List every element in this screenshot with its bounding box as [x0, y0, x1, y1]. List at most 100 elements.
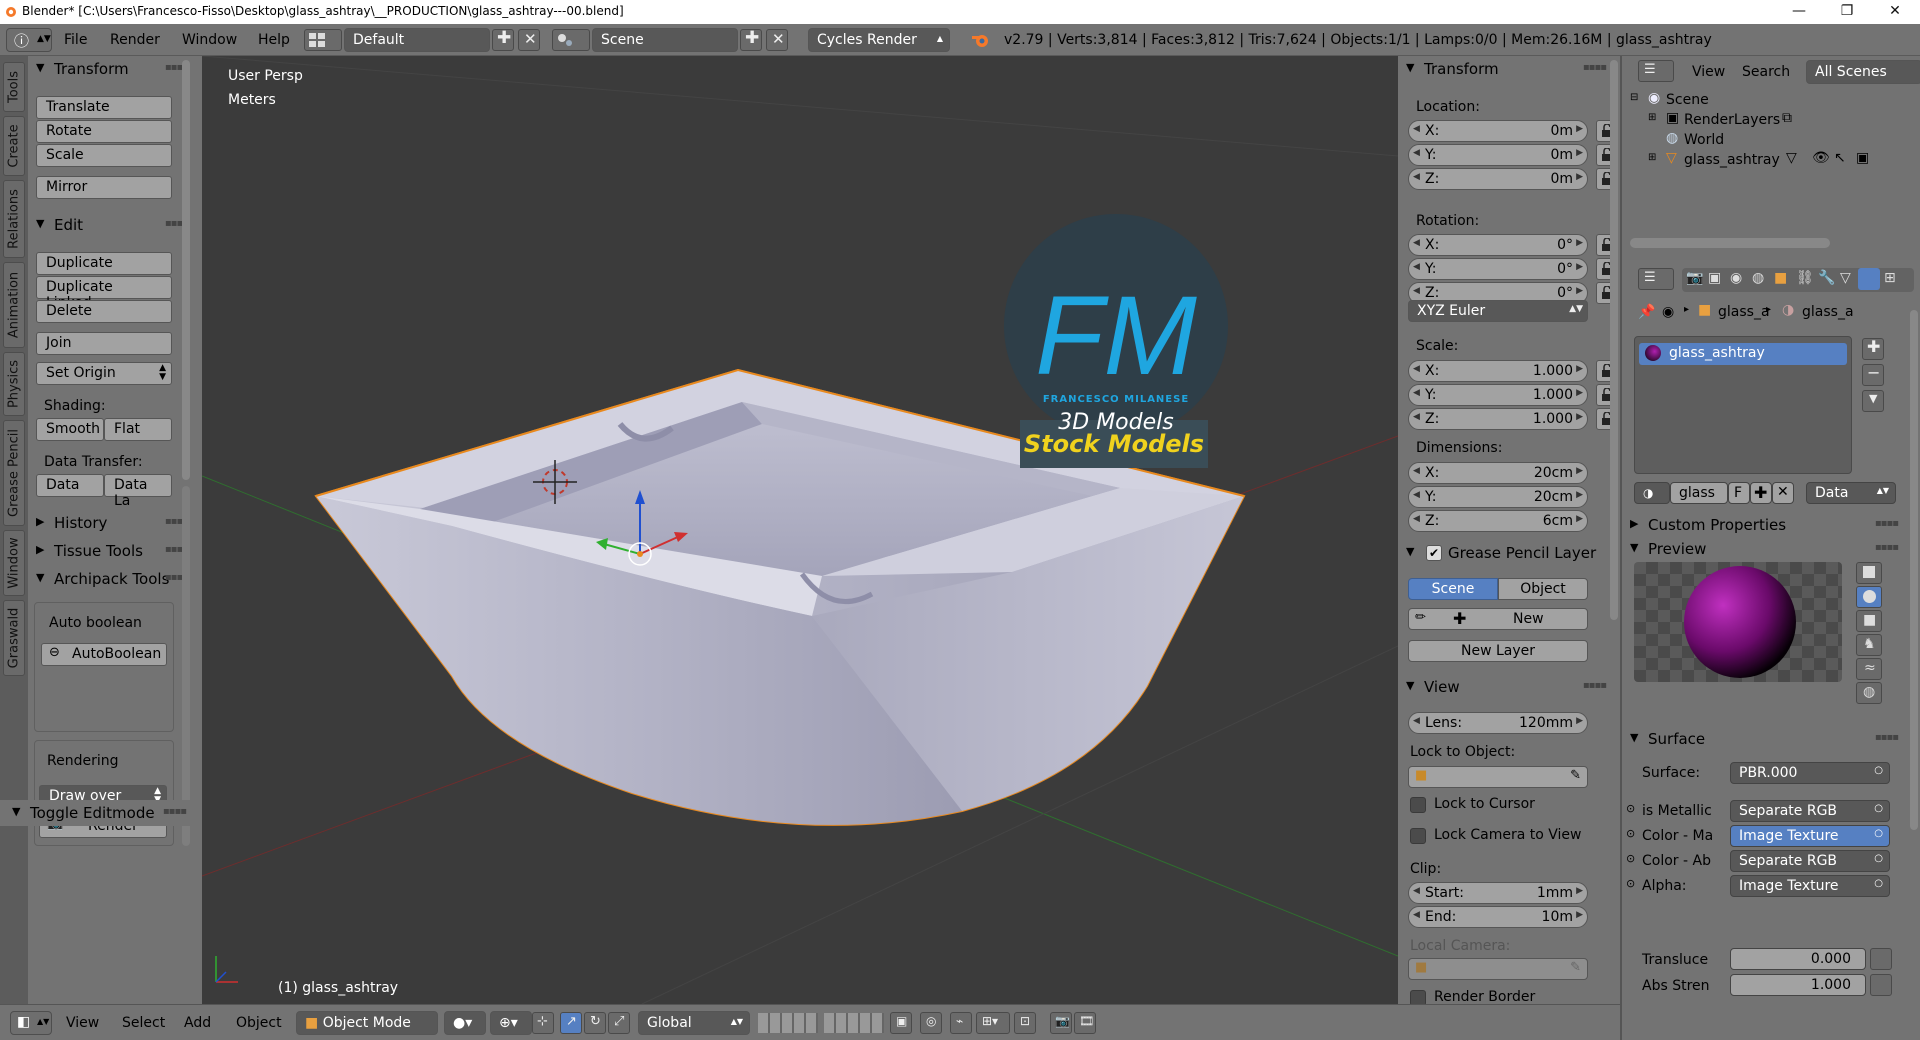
remove-slot-icon[interactable]: −: [1862, 363, 1884, 386]
dimensions-y-field[interactable]: ◀ Y: 20cm ▶: [1408, 486, 1588, 508]
mode-select[interactable]: ■ Object Mode: [296, 1011, 438, 1035]
viewport-editor-type-button[interactable]: ◧ ▲▼: [10, 1011, 52, 1035]
socket-link-icon[interactable]: ⊙: [1626, 802, 1635, 815]
translate-manipulator-icon[interactable]: ↗: [560, 1012, 582, 1034]
n-transform-header[interactable]: ▼ Transform ▪▪▪▪: [1398, 56, 1620, 82]
abs-strength-socket-icon[interactable]: [1870, 974, 1892, 996]
viewport-scene[interactable]: FM: [202, 56, 1398, 1004]
lock-to-cursor-checkbox[interactable]: [1410, 797, 1426, 813]
location-z-field[interactable]: ◀ Z: 0m ▶: [1408, 168, 1588, 190]
scale-x-field[interactable]: ◀ X: 1.000 ▶: [1408, 360, 1588, 382]
duplicate-linked-button[interactable]: Duplicate Linked: [36, 276, 172, 311]
tab-grease-pencil[interactable]: Grease Pencil: [3, 420, 25, 526]
tissue-tools-panel-header[interactable]: ▶ Tissue Tools ▪▪▪▪: [28, 538, 202, 564]
collapse-toggle-icon[interactable]: ⊟: [1630, 92, 1638, 103]
autoboolean-button[interactable]: ⊖ AutoBoolean: [41, 643, 167, 666]
archipack-panel-header[interactable]: ▼ Archipack Tools ▪▪▪▪: [28, 566, 202, 592]
texture-tab-icon[interactable]: ⊞: [1884, 270, 1896, 286]
drag-grip-icon[interactable]: ▪▪▪▪: [1875, 518, 1899, 529]
drag-grip-icon[interactable]: ▪▪▪▪: [163, 806, 187, 817]
set-origin-select[interactable]: Set Origin ▲ ▼: [36, 362, 172, 385]
scene-tab-icon[interactable]: ◉: [1730, 270, 1742, 286]
surface-input-link-select[interactable]: Image Texture ○: [1730, 875, 1890, 897]
editor-type-button[interactable]: ⓘ ▲▼: [6, 28, 52, 52]
lock-camera-checkbox[interactable]: [1410, 828, 1426, 844]
tab-animation[interactable]: Animation: [3, 262, 25, 348]
maximize-button[interactable]: ❐: [1824, 2, 1870, 22]
mirror-button[interactable]: Mirror: [36, 176, 172, 199]
drag-grip-icon[interactable]: ▪▪▪▪: [1583, 680, 1607, 691]
grease-pencil-layer-header[interactable]: ▼ ✔ Grease Pencil Layer: [1398, 540, 1620, 566]
scene-field[interactable]: Scene: [592, 28, 738, 52]
delete-button[interactable]: Delete: [36, 300, 172, 323]
material-browse-button[interactable]: ◑: [1634, 482, 1670, 504]
data-tab-icon[interactable]: ▽: [1840, 270, 1851, 286]
snap-target-icon[interactable]: ⊡: [1014, 1012, 1036, 1034]
gp-new-button[interactable]: ✏ ✚ New: [1408, 608, 1588, 630]
outliner-object-row[interactable]: ⊞ ▽ glass_ashtray ▽ 👁 ↖ ▣: [1622, 150, 1920, 170]
rotation-y-field[interactable]: ◀ Y: 0° ▶: [1408, 258, 1588, 280]
tab-create[interactable]: Create: [3, 116, 25, 176]
transform-orientation-select[interactable]: Global ▲▼: [638, 1011, 750, 1035]
tab-physics[interactable]: Physics: [3, 352, 25, 416]
add-scene-icon[interactable]: ✚: [740, 28, 762, 51]
unlink-material-icon[interactable]: ✕: [1772, 482, 1794, 504]
transform-panel-header[interactable]: ▼ Transform ▪▪▪▪: [28, 56, 202, 82]
edit-panel-header[interactable]: ▼ Edit ▪▪▪▪: [28, 212, 202, 238]
outliner-view-menu[interactable]: View: [1692, 64, 1725, 80]
display-mode-select[interactable]: All Scenes: [1806, 60, 1920, 84]
scale-y-field[interactable]: ◀ Y: 1.000 ▶: [1408, 384, 1588, 406]
rotation-x-field[interactable]: ◀ X: 0° ▶: [1408, 234, 1588, 256]
snap-element-icon[interactable]: ⊞▾: [976, 1012, 1010, 1034]
lens-field[interactable]: ◀ Lens: 120mm ▶: [1408, 712, 1588, 734]
snap-toggle-icon[interactable]: ⌁: [950, 1012, 972, 1034]
new-material-icon[interactable]: ✚: [1750, 482, 1772, 504]
surface-header[interactable]: ▼ Surface ▪▪▪▪: [1622, 726, 1912, 752]
link-data-select[interactable]: Data ▲▼: [1806, 482, 1896, 504]
pivot-point-select[interactable]: ⊕▾: [490, 1011, 532, 1035]
pin-icon[interactable]: 📌: [1638, 304, 1655, 320]
minimize-button[interactable]: —: [1776, 2, 1822, 22]
expand-toggle-icon[interactable]: ⊞: [1648, 152, 1656, 163]
viewport-shading-select[interactable]: ●▾: [444, 1011, 486, 1035]
material-slot-item[interactable]: glass_ashtray: [1639, 343, 1847, 365]
surface-input-link-select[interactable]: Image Texture ○: [1730, 825, 1890, 847]
drag-grip-icon[interactable]: ▪▪▪▪: [1875, 542, 1899, 553]
scale-button[interactable]: Scale: [36, 144, 172, 167]
shade-flat-button[interactable]: Flat: [104, 418, 172, 441]
object-tab-icon[interactable]: ■: [1774, 270, 1787, 286]
opengl-anim-icon[interactable]: 🎞: [1074, 1012, 1096, 1034]
menu-file[interactable]: File: [64, 32, 87, 48]
clip-end-field[interactable]: ◀ End: 10m ▶: [1408, 906, 1588, 928]
shade-smooth-button[interactable]: Smooth: [36, 418, 104, 441]
rotate-manipulator-icon[interactable]: ↻: [584, 1012, 606, 1034]
slot-specials-icon[interactable]: ▼: [1862, 390, 1884, 412]
expand-toggle-icon[interactable]: ⊞: [1648, 112, 1656, 123]
toolshelf-scrollbar-lower[interactable]: [182, 486, 190, 846]
layer-buttons-group-2[interactable]: [824, 1013, 884, 1033]
lock-layers-icon[interactable]: ▣: [890, 1012, 912, 1034]
outliner-hscrollbar[interactable]: [1630, 238, 1830, 248]
scale-z-field[interactable]: ◀ Z: 1.000 ▶: [1408, 408, 1588, 430]
rotation-mode-select[interactable]: XYZ Euler ▲▼: [1408, 300, 1588, 322]
preview-sphere-icon[interactable]: [1856, 586, 1882, 608]
location-y-field[interactable]: ◀ Y: 0m ▶: [1408, 144, 1588, 166]
menu-help[interactable]: Help: [258, 32, 290, 48]
constraints-tab-icon[interactable]: ⛓: [1796, 270, 1814, 286]
tab-graswald[interactable]: Graswald: [3, 600, 25, 676]
screen-layout-icon[interactable]: [304, 29, 342, 51]
n-view-header[interactable]: ▼ View ▪▪▪▪: [1398, 674, 1620, 700]
preview-cube-icon[interactable]: ■: [1856, 610, 1882, 632]
3d-viewport[interactable]: FM User Persp Meters (1) glass_ashtray F…: [202, 56, 1398, 1004]
outliner-search-menu[interactable]: Search: [1742, 64, 1790, 80]
layout-field[interactable]: Default: [344, 28, 490, 52]
dimensions-x-field[interactable]: ◀ X: 20cm ▶: [1408, 462, 1588, 484]
properties-scrollbar[interactable]: [1910, 310, 1918, 830]
gp-new-layer-button[interactable]: New Layer: [1408, 640, 1588, 662]
tab-tools[interactable]: Tools: [3, 62, 25, 112]
remove-scene-icon[interactable]: ✕: [766, 29, 788, 51]
fake-user-button[interactable]: F: [1728, 482, 1750, 504]
gp-object-toggle[interactable]: Object: [1498, 578, 1588, 600]
preview-flat-icon[interactable]: [1856, 562, 1882, 584]
add-slot-icon[interactable]: ✚: [1862, 337, 1884, 360]
